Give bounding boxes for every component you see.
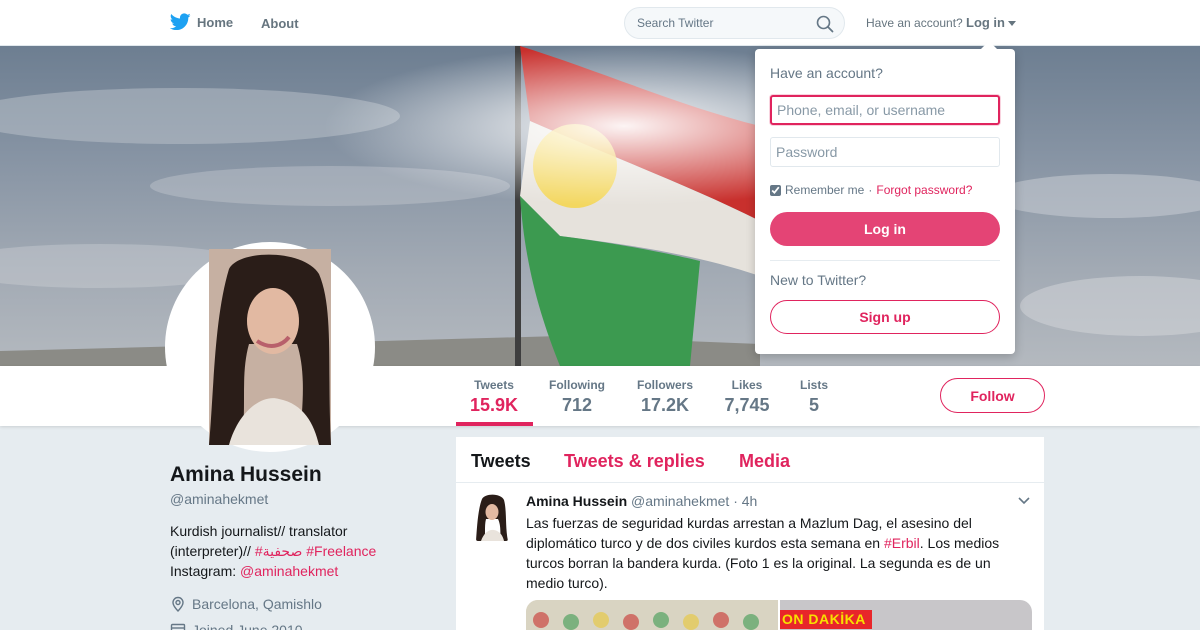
about-link[interactable]: About — [261, 16, 299, 31]
calendar-icon — [170, 623, 186, 630]
tab-tweets[interactable]: Tweets — [471, 451, 531, 472]
remember-me-checkbox[interactable] — [770, 184, 781, 196]
stat-followers[interactable]: Followers 17.2K — [634, 378, 696, 416]
avatar-photo — [209, 249, 331, 445]
stat-label: Following — [549, 378, 605, 392]
new-to-twitter-text: New to Twitter? — [770, 272, 867, 288]
stat-value: 7,745 — [724, 395, 770, 415]
separator: · — [868, 183, 873, 197]
search-icon[interactable] — [816, 15, 834, 33]
signup-button[interactable]: Sign up — [770, 300, 1000, 334]
location-text: Barcelona, Qamishlo — [192, 596, 322, 612]
top-navigation-bar: Home About Have an account? Log in — [0, 0, 1200, 46]
active-stat-underline — [456, 422, 533, 426]
location-pin-icon — [172, 596, 184, 612]
login-toggle[interactable]: Log in — [966, 15, 1005, 30]
stat-value: 17.2K — [640, 395, 690, 415]
tweet-author-handle[interactable]: @aminahekmet — [631, 493, 729, 509]
home-link[interactable]: Home — [170, 13, 233, 31]
forgot-password-link[interactable]: Forgot password? — [876, 183, 972, 197]
dropdown-arrow — [980, 41, 998, 50]
stat-value: 15.9K — [470, 395, 519, 415]
stat-value: 5 — [808, 395, 819, 415]
stat-value: 712 — [561, 395, 593, 415]
dropdown-title: Have an account? — [770, 65, 883, 81]
joined-text: Joined June 2010 — [192, 622, 303, 630]
bio-line-1: Kurdish journalist// translator — [170, 523, 348, 539]
profile-handle[interactable]: @aminahekmet — [170, 491, 268, 507]
login-dropdown: Have an account? Remember me · Forgot pa… — [755, 41, 1015, 354]
search-box[interactable] — [624, 7, 845, 39]
remember-me[interactable]: Remember me · Forgot password? — [770, 183, 972, 197]
profile-joined: Joined June 2010 — [170, 622, 303, 630]
profile-location: Barcelona, Qamishlo — [170, 596, 322, 612]
tweet-author-name[interactable]: Amina Hussein — [526, 493, 627, 509]
hashtag-arabic-link[interactable]: #صحفية — [255, 543, 303, 559]
dropdown-divider — [770, 260, 1000, 261]
stat-tweets[interactable]: Tweets 15.9K — [470, 378, 518, 416]
stat-lists[interactable]: Lists 5 — [798, 378, 830, 416]
tab-tweets-replies[interactable]: Tweets & replies — [564, 451, 705, 472]
timeline-tabs: Tweets Tweets & replies Media — [456, 437, 1044, 483]
instagram-link[interactable]: @aminahekmet — [240, 563, 338, 579]
profile-avatar[interactable] — [165, 242, 375, 452]
login-button[interactable]: Log in — [770, 212, 1000, 246]
remember-me-label: Remember me — [785, 183, 865, 197]
photo-caption: ON DAKİKA — [780, 610, 872, 629]
stat-label: Likes — [731, 378, 763, 392]
stat-label: Tweets — [474, 378, 514, 392]
tweet-header: Amina Hussein @aminahekmet · 4h — [526, 493, 757, 509]
stat-following[interactable]: Following 712 — [546, 378, 608, 416]
tab-media[interactable]: Media — [739, 451, 790, 472]
username-field[interactable] — [770, 95, 1000, 125]
search-input[interactable] — [637, 16, 807, 30]
hashtag-erbil-link[interactable]: #Erbil — [884, 535, 920, 551]
hashtag-freelance-link[interactable]: #Freelance — [306, 543, 376, 559]
stat-label: Followers — [636, 378, 693, 392]
stat-likes[interactable]: Likes 7,745 — [722, 378, 772, 416]
bio-line-3-prefix: Instagram: — [170, 563, 241, 579]
stat-label: Lists — [799, 378, 828, 392]
twitter-bird-icon — [170, 13, 191, 31]
tweet-media[interactable]: ON DAKİKA — [526, 600, 1032, 630]
tweet-author-avatar[interactable] — [476, 493, 508, 541]
bio-line-2-prefix: (interpreter)// — [170, 543, 255, 559]
tweet-timestamp[interactable]: · 4h — [733, 493, 757, 509]
password-field[interactable] — [770, 137, 1000, 167]
tweet-text: Las fuerzas de seguridad kurdas arrestan… — [526, 513, 1006, 593]
tweet-photo-1[interactable] — [526, 600, 778, 630]
have-account-text: Have an account? — [866, 16, 963, 30]
timeline: Tweets Tweets & replies Media Amina Huss… — [456, 437, 1044, 630]
chevron-down-icon[interactable] — [1018, 497, 1030, 505]
home-label: Home — [197, 14, 234, 30]
profile-name[interactable]: Amina Hussein — [170, 463, 322, 487]
profile-bio: Kurdish journalist// translator (interpr… — [170, 521, 420, 581]
tweet-photo-2[interactable]: ON DAKİKA — [780, 600, 1032, 630]
follow-button[interactable]: Follow — [940, 378, 1045, 413]
caret-down-icon[interactable] — [1008, 21, 1016, 26]
